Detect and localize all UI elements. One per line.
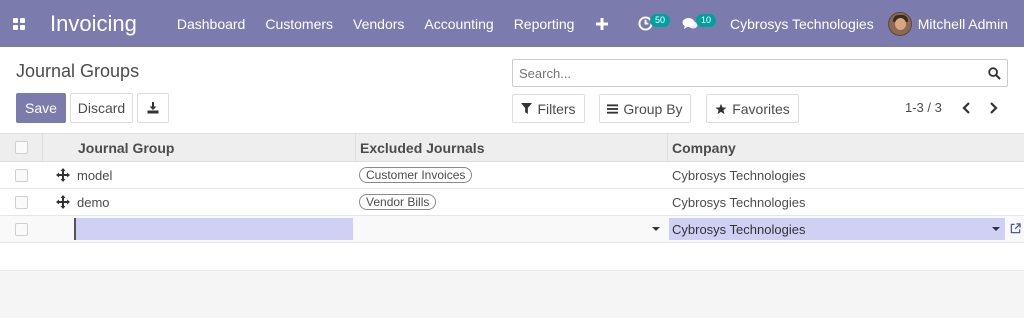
journal-groups-table: Journal Group Excluded Journals Company … bbox=[0, 133, 1024, 243]
row-checkbox[interactable] bbox=[15, 169, 28, 182]
app-title[interactable]: Invoicing bbox=[50, 11, 137, 37]
plus-icon bbox=[596, 17, 609, 30]
excluded-journals-input[interactable] bbox=[358, 218, 663, 240]
cell-journal-group[interactable]: demo bbox=[77, 189, 110, 215]
cell-company[interactable]: Cybrosys Technologies bbox=[672, 162, 805, 188]
filter-icon bbox=[521, 103, 533, 114]
menu-item-vendors[interactable]: Vendors bbox=[343, 0, 414, 47]
discard-button[interactable]: Discard bbox=[70, 93, 133, 123]
user-name: Mitchell Admin bbox=[917, 15, 1008, 32]
company-switcher[interactable]: Cybrosys Technologies bbox=[716, 0, 888, 47]
excluded-journals-dropdown-icon[interactable] bbox=[652, 227, 660, 231]
search-bar bbox=[512, 59, 1008, 87]
table-header: Journal Group Excluded Journals Company bbox=[0, 133, 1024, 162]
search-input[interactable] bbox=[513, 60, 981, 86]
group-by-button[interactable]: Group By bbox=[599, 94, 691, 123]
company-dropdown-icon[interactable] bbox=[992, 227, 1000, 231]
pager-next-button[interactable] bbox=[984, 98, 1002, 118]
star-icon bbox=[715, 103, 727, 114]
pager-previous-button[interactable] bbox=[957, 98, 975, 118]
filters-label: Filters bbox=[537, 100, 576, 117]
drag-handle-icon[interactable] bbox=[56, 168, 70, 182]
group-by-label: Group By bbox=[623, 100, 683, 117]
favorites-button[interactable]: Favorites bbox=[706, 94, 799, 123]
menu-item-reporting[interactable]: Reporting bbox=[504, 0, 585, 47]
chevron-right-icon bbox=[989, 102, 998, 114]
download-button[interactable] bbox=[137, 93, 169, 123]
filters-button[interactable]: Filters bbox=[512, 94, 585, 123]
row-checkbox[interactable] bbox=[15, 196, 28, 209]
messaging-menu[interactable]: 10 bbox=[672, 0, 717, 47]
journal-tag: Customer Invoices bbox=[359, 167, 473, 183]
systray: 50 10 Cybrosys Technologies Mitchell Adm… bbox=[628, 0, 1024, 47]
column-header-excluded-journals[interactable]: Excluded Journals bbox=[360, 134, 484, 161]
favorites-label: Favorites bbox=[732, 100, 790, 117]
breadcrumb: Journal Groups bbox=[16, 61, 140, 81]
external-link-icon[interactable] bbox=[1010, 223, 1021, 234]
chevron-left-icon bbox=[961, 102, 970, 114]
apps-grid-icon bbox=[13, 17, 25, 30]
menu-item-dashboard[interactable]: Dashboard bbox=[167, 0, 256, 47]
column-header-journal-group[interactable]: Journal Group bbox=[78, 134, 174, 161]
table-row[interactable]: demo Vendor Bills Cybrosys Technologies bbox=[0, 189, 1024, 216]
list-footer bbox=[0, 270, 1024, 318]
menu-item-accounting[interactable]: Accounting bbox=[414, 0, 503, 47]
select-all-checkbox[interactable] bbox=[15, 141, 28, 154]
apps-menu-button[interactable] bbox=[2, 0, 36, 47]
cell-company[interactable]: Cybrosys Technologies bbox=[672, 189, 805, 215]
table-row[interactable]: model Customer Invoices Cybrosys Technol… bbox=[0, 162, 1024, 189]
journal-tag: Vendor Bills bbox=[359, 194, 437, 210]
drag-handle-icon[interactable] bbox=[56, 195, 70, 209]
company-input[interactable]: Cybrosys Technologies bbox=[669, 218, 1005, 240]
cell-excluded-journals[interactable]: Vendor Bills bbox=[359, 189, 437, 215]
list-icon bbox=[607, 103, 619, 114]
menu-item-customers[interactable]: Customers bbox=[255, 0, 343, 47]
download-icon bbox=[147, 102, 159, 114]
pager-value[interactable]: 1-3 / 3 bbox=[905, 100, 942, 115]
journal-group-input[interactable] bbox=[74, 218, 353, 240]
activity-count-badge: 50 bbox=[650, 14, 671, 27]
top-navbar: Invoicing Dashboard Customers Vendors Ac… bbox=[0, 0, 1024, 47]
avatar bbox=[887, 11, 912, 36]
activity-menu[interactable]: 50 bbox=[628, 0, 672, 47]
column-header-company[interactable]: Company bbox=[672, 134, 736, 161]
messages-count-badge: 10 bbox=[696, 14, 717, 27]
editable-row[interactable]: Cybrosys Technologies bbox=[0, 216, 1024, 243]
main-menu: Dashboard Customers Vendors Accounting R… bbox=[167, 0, 621, 47]
cell-excluded-journals[interactable]: Customer Invoices bbox=[359, 162, 473, 188]
save-button[interactable]: Save bbox=[16, 93, 66, 123]
quick-create-button[interactable] bbox=[584, 0, 620, 47]
user-menu[interactable]: Mitchell Admin bbox=[887, 0, 1024, 47]
row-checkbox[interactable] bbox=[15, 223, 28, 236]
cell-journal-group[interactable]: model bbox=[77, 162, 112, 188]
search-icon[interactable] bbox=[981, 66, 1007, 80]
